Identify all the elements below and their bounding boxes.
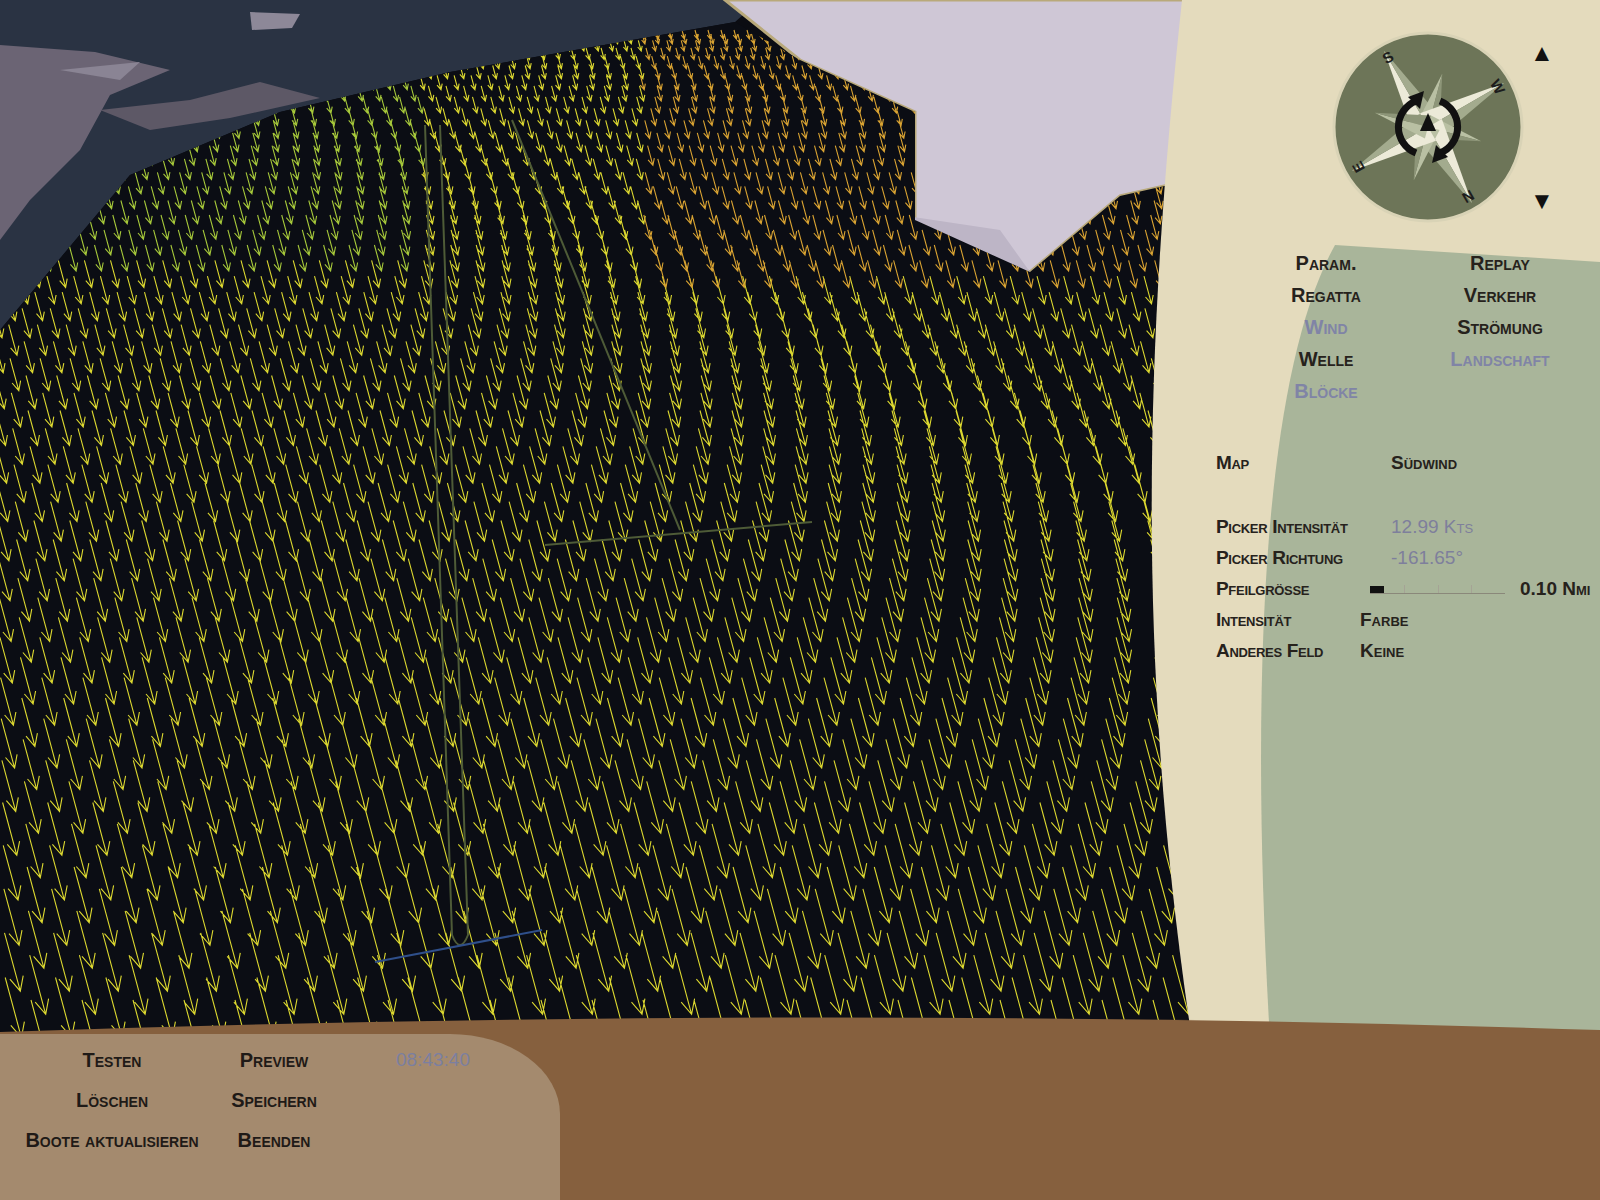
settings-panel: S W N E ▲ ▼ Param.RegattaWindWelleBlöcke Replay… bbox=[1130, 0, 1600, 1040]
compass-label: W bbox=[1487, 76, 1509, 97]
settings-section: Pfeilgrösse0.10 NmiIntensitätFarbeAndere… bbox=[1130, 574, 1600, 667]
field-label: Picker Intensität bbox=[1216, 513, 1391, 542]
menu-item[interactable]: Regatta bbox=[1241, 279, 1411, 311]
menu-item[interactable]: Verkehr bbox=[1415, 279, 1585, 311]
toolbar-button[interactable]: Speichern bbox=[224, 1085, 324, 1115]
field-label: Pfeilgrösse bbox=[1216, 575, 1360, 604]
boat-icon bbox=[1420, 113, 1436, 131]
option-value[interactable]: Farbe bbox=[1360, 606, 1408, 635]
menu-item[interactable]: Wind bbox=[1241, 311, 1411, 343]
menu-item[interactable]: Strömung bbox=[1415, 311, 1585, 343]
toolbar-button[interactable]: Testen bbox=[0, 1045, 224, 1075]
option-value[interactable]: Südwind bbox=[1391, 449, 1457, 478]
toolbar-button[interactable]: Preview bbox=[224, 1045, 324, 1075]
field-label: Map bbox=[1216, 449, 1391, 478]
slider-reading: 0.10 Nmi bbox=[1520, 575, 1590, 604]
compass-label: N bbox=[1459, 187, 1477, 207]
option-value[interactable]: Keine bbox=[1360, 637, 1404, 666]
clock: 08:43:40 bbox=[324, 1046, 542, 1075]
toolbar-button[interactable]: Boote aktualisieren bbox=[0, 1125, 224, 1155]
menu-item[interactable]: Param. bbox=[1241, 247, 1411, 279]
settings-section: MapSüdwind bbox=[1130, 448, 1600, 479]
menu-item[interactable]: Landschaft bbox=[1415, 343, 1585, 375]
settings-section: Picker Intensität12.99 KtsPicker Richtun… bbox=[1130, 512, 1600, 574]
menu-item[interactable]: Blöcke bbox=[1241, 375, 1411, 407]
field-row: IntensitätFarbe bbox=[1216, 605, 1600, 636]
toolbar: TestenPreview08:43:40 LöschenSpeichernBoo… bbox=[0, 1034, 560, 1200]
field-row: MapSüdwind bbox=[1216, 448, 1600, 479]
rotate-down-button[interactable]: ▼ bbox=[1530, 189, 1554, 213]
compass-label: S bbox=[1379, 47, 1396, 67]
toolbar-button[interactable]: Löschen bbox=[0, 1085, 224, 1115]
main-menu: Param.RegattaWindWelleBlöcke ReplayVerkeh… bbox=[1241, 247, 1600, 407]
slider-fill bbox=[1370, 586, 1384, 593]
field-reading: 12.99 Kts bbox=[1391, 513, 1473, 542]
size-slider[interactable] bbox=[1370, 586, 1505, 594]
field-row: Picker Intensität12.99 Kts bbox=[1216, 512, 1600, 543]
field-label: Picker Richtung bbox=[1216, 544, 1391, 573]
menu-item[interactable]: Welle bbox=[1241, 343, 1411, 375]
field-reading: -161.65° bbox=[1391, 544, 1463, 573]
field-row: Pfeilgrösse 0.10 Nmi bbox=[1216, 574, 1600, 605]
rotate-up-button[interactable]: ▲ bbox=[1530, 41, 1554, 65]
toolbar-button[interactable]: Beenden bbox=[224, 1125, 324, 1155]
compass[interactable]: S W N E bbox=[1328, 27, 1528, 227]
field-row: Picker Richtung-161.65° bbox=[1216, 543, 1600, 574]
field-label: Anderes Feld bbox=[1216, 637, 1360, 666]
menu-item[interactable]: Replay bbox=[1415, 247, 1585, 279]
compass-label: E bbox=[1348, 159, 1368, 176]
rotate-icon[interactable] bbox=[1398, 101, 1457, 153]
course-lines bbox=[375, 120, 812, 962]
field-label: Intensität bbox=[1216, 606, 1360, 635]
field-row: Anderes FeldKeine bbox=[1216, 636, 1600, 667]
editor-screen: S W N E ▲ ▼ Param.RegattaWindWelleBlöcke Replay… bbox=[0, 0, 1600, 1200]
bottom-bar: TestenPreview08:43:40 LöschenSpeichernBoo… bbox=[0, 1010, 1600, 1200]
